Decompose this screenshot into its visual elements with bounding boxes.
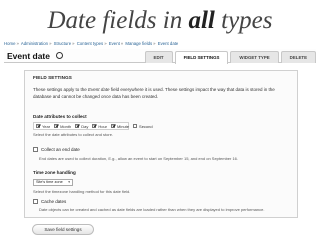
description-field-name: Event date xyxy=(88,87,110,92)
breadcrumb-separator: » xyxy=(16,41,19,46)
fieldset-legend: FIELD SETTINGS xyxy=(33,75,72,80)
checkbox-year[interactable] xyxy=(36,124,40,128)
timezone-select[interactable]: Site's time zone ▾ xyxy=(33,179,73,186)
slide-title-suffix: types xyxy=(214,7,273,34)
cache-dates-help: Date objects can be created and cached a… xyxy=(39,207,265,212)
page-title-text: Event date xyxy=(7,51,50,61)
timezone-selected-value: Site's time zone xyxy=(36,180,63,184)
date-attributes-label: Date attributes to collect xyxy=(33,114,87,119)
cache-dates-row[interactable]: Cache dates xyxy=(33,199,66,204)
collect-end-date-checkbox[interactable] xyxy=(33,147,38,152)
breadcrumb-content-types[interactable]: Content types xyxy=(77,41,104,46)
breadcrumb-structure[interactable]: Structure xyxy=(54,41,71,46)
checkbox-minute[interactable] xyxy=(111,124,116,128)
tab-edit[interactable]: EDIT xyxy=(144,51,173,63)
breadcrumb-administration[interactable]: Administration xyxy=(21,41,48,46)
checkbox-day[interactable] xyxy=(75,124,80,128)
breadcrumb-separator: » xyxy=(49,41,52,46)
attribute-day[interactable]: Day xyxy=(75,124,88,129)
field-settings-description: These settings apply to the Event date f… xyxy=(33,86,291,100)
slide-title-emphasis: all xyxy=(188,7,215,34)
checkbox-month[interactable] xyxy=(54,124,59,128)
end-date-help: End dates are used to collect duration, … xyxy=(39,156,239,161)
page-header: Event date EDIT FIELD SETTINGS WIDGET TY… xyxy=(4,49,316,64)
attribute-day-label: Day xyxy=(81,123,89,129)
attribute-minute-label: Minute xyxy=(117,123,130,129)
collect-end-date-row[interactable]: Collect an end date xyxy=(33,147,80,152)
breadcrumb-separator: » xyxy=(72,41,75,46)
chevron-down-icon: ▾ xyxy=(68,180,70,184)
timezone-label: Time zone handling xyxy=(33,170,76,175)
attribute-hour-label: Hour xyxy=(98,123,108,129)
attribute-month[interactable]: Month xyxy=(54,124,71,129)
date-attributes-group: Year Month Day Hour Minute Second xyxy=(33,122,153,130)
breadcrumb-separator: » xyxy=(153,41,156,46)
slide-title-prefix: Date fields in xyxy=(47,7,189,34)
save-field-settings-button[interactable]: Save field settings xyxy=(32,224,94,235)
attribute-year[interactable]: Year xyxy=(36,124,50,129)
tab-field-settings[interactable]: FIELD SETTINGS xyxy=(174,51,229,64)
field-settings-fieldset: FIELD SETTINGS These settings apply to t… xyxy=(24,70,298,218)
checkbox-hour[interactable] xyxy=(92,124,97,128)
breadcrumb-event-date[interactable]: Event date xyxy=(158,41,179,46)
breadcrumb-home[interactable]: Home xyxy=(4,41,15,46)
attribute-second-label: Second xyxy=(139,123,153,129)
gear-icon[interactable] xyxy=(56,52,63,60)
cache-dates-label: Cache dates xyxy=(41,199,67,204)
attribute-second[interactable]: Second xyxy=(133,124,153,129)
tab-widget-type[interactable]: WIDGET TYPE xyxy=(230,51,279,63)
attribute-year-label: Year xyxy=(42,123,51,129)
breadcrumb-manage-fields[interactable]: Manage fields xyxy=(125,41,152,46)
breadcrumb-separator: » xyxy=(104,41,107,46)
checkbox-second[interactable] xyxy=(133,124,138,128)
breadcrumb-event[interactable]: Event xyxy=(109,41,120,46)
cache-dates-checkbox[interactable] xyxy=(33,199,38,204)
attribute-minute[interactable]: Minute xyxy=(111,124,129,129)
tabs: EDIT FIELD SETTINGS WIDGET TYPE DELETE xyxy=(143,51,316,64)
page-title: Event date xyxy=(7,50,63,62)
breadcrumb-separator: » xyxy=(120,41,124,46)
collect-end-date-label: Collect an end date xyxy=(41,147,80,152)
date-attributes-help: Select the date attributes to collect an… xyxy=(33,132,114,137)
attribute-month-label: Month xyxy=(60,123,72,129)
tab-delete[interactable]: DELETE xyxy=(280,51,316,63)
breadcrumb: Home» Administration» Structure» Content… xyxy=(4,40,316,48)
description-part1: These settings apply to the xyxy=(33,87,89,92)
slide-title: Date fields in all types xyxy=(0,6,320,36)
attribute-hour[interactable]: Hour xyxy=(92,124,107,129)
timezone-help: Select the timezone handling method for … xyxy=(33,189,131,194)
